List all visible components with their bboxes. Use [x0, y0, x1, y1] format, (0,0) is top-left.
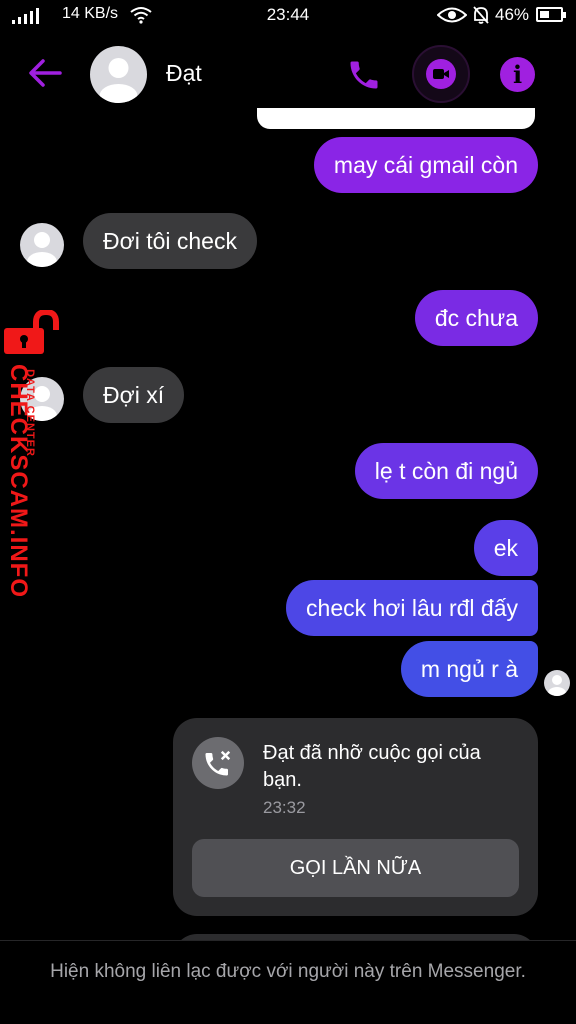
- conversation-header: Đạt i: [0, 40, 576, 110]
- message-bubble-incoming[interactable]: Đợi xí: [83, 367, 185, 423]
- message-bubble-outgoing[interactable]: may cái gmail còn: [313, 137, 538, 193]
- missed-call-text: Đạt đã nhỡ cuộc gọi của bạn.: [263, 742, 481, 791]
- phone-icon[interactable]: [346, 57, 382, 93]
- watermark-title: CHECKSCAM.INFO: [5, 364, 32, 598]
- message-bubble-outgoing[interactable]: check hơi lâu rđl đấy: [286, 580, 538, 636]
- avatar[interactable]: [20, 223, 64, 267]
- battery-percent: 46%: [495, 5, 530, 24]
- info-icon[interactable]: i: [500, 57, 535, 92]
- avatar[interactable]: [90, 46, 147, 103]
- status-bar: 14 KB/s 23:44 46%: [0, 0, 576, 30]
- missed-call-card: Đạt đã nhỡ cuộc gọi của bạn. 23:32 GỌI L…: [173, 718, 538, 916]
- missed-call-time: 23:32: [263, 798, 306, 817]
- back-arrow-icon[interactable]: [28, 58, 62, 88]
- video-icon[interactable]: [412, 45, 470, 103]
- footer: Hiện không liên lạc được với người này t…: [0, 940, 576, 1024]
- previous-message-bubble: [254, 108, 538, 132]
- battery-icon: [536, 7, 566, 22]
- unavailable-notice: Hiện không liên lạc được với người này t…: [50, 961, 526, 982]
- call-again-button[interactable]: GỌI LẦN NỮA: [192, 839, 519, 897]
- contact-name[interactable]: Đạt: [166, 60, 202, 87]
- missed-call-icon: [192, 737, 244, 789]
- message-bubble-incoming[interactable]: Đơi tôi check: [83, 213, 257, 269]
- message-bubble-outgoing[interactable]: m ngủ r à: [400, 641, 538, 697]
- watermark: DATA CENTER CHECKSCAM.INFO: [0, 308, 70, 598]
- message-bubble-outgoing[interactable]: ek: [473, 520, 538, 576]
- eye-icon: [436, 6, 468, 29]
- message-bubble-outgoing[interactable]: đc chưa: [414, 290, 538, 346]
- lock-icon: [2, 308, 62, 361]
- bell-off-icon: [472, 5, 490, 30]
- seen-avatar: [544, 670, 570, 696]
- message-bubble-outgoing[interactable]: lẹ t còn đi ngủ: [354, 443, 538, 499]
